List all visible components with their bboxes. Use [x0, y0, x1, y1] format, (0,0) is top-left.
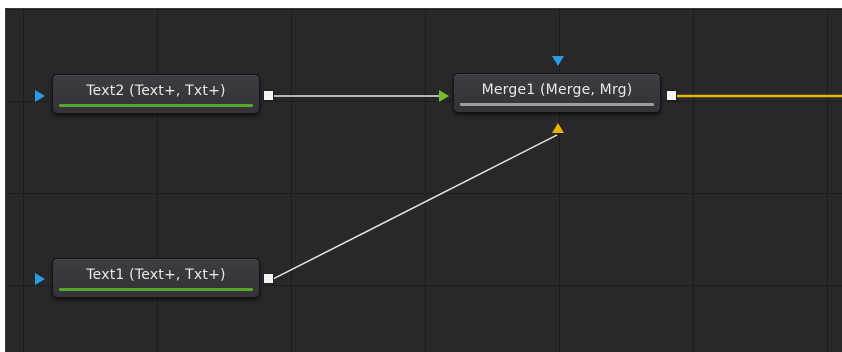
node-text2[interactable]: Text2 (Text+, Txt+) — [52, 74, 260, 114]
merge1-background-input-triangle-icon[interactable] — [552, 123, 564, 133]
merge1-output-port-icon[interactable] — [666, 90, 677, 101]
node-editor-canvas[interactable]: Text2 (Text+, Txt+) Text1 (Text+, Txt+) … — [5, 8, 842, 352]
node-merge1-label: Merge1 (Merge, Mrg) — [481, 82, 633, 98]
connections-layer — [272, 94, 842, 280]
merge1-foreground-input-triangle-icon[interactable] — [439, 90, 449, 102]
node-merge1-status-bar — [460, 103, 654, 106]
node-text1[interactable]: Text1 (Text+, Txt+) — [52, 258, 260, 298]
node-text1-status-bar — [59, 288, 253, 291]
node-text2-status-bar — [59, 104, 253, 107]
wire-text1-to-merge1-background[interactable] — [272, 134, 558, 280]
node-text1-label: Text1 (Text+, Txt+) — [86, 267, 226, 283]
text2-output-port-icon[interactable] — [263, 90, 274, 101]
merge1-effect-mask-input-triangle-icon[interactable] — [552, 56, 564, 66]
node-merge1[interactable]: Merge1 (Merge, Mrg) — [453, 73, 661, 113]
text1-output-port-icon[interactable] — [263, 273, 274, 284]
node-text2-label: Text2 (Text+, Txt+) — [86, 83, 226, 99]
text2-input-triangle-icon[interactable] — [35, 90, 45, 102]
text1-input-triangle-icon[interactable] — [35, 273, 45, 285]
